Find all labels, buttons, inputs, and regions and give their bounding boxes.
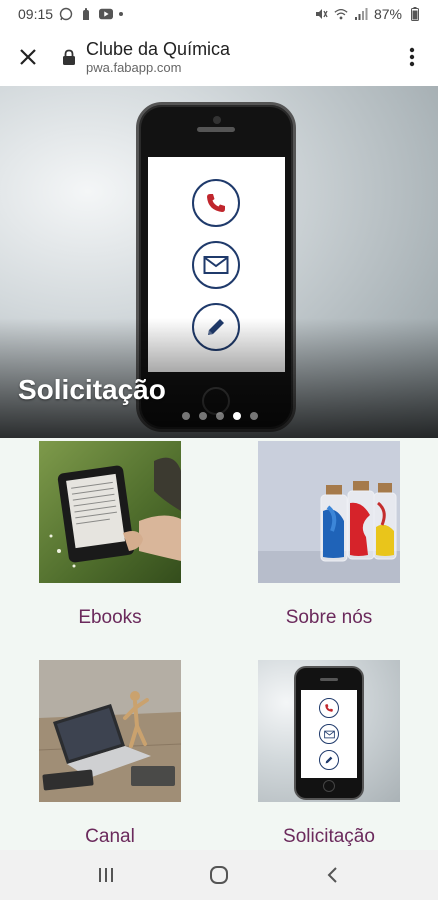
signal-icon (354, 7, 368, 21)
status-bar: 09:15 87% (0, 0, 438, 28)
status-left: 09:15 (18, 6, 124, 22)
grid-item-solicitacao[interactable]: Solicitação (258, 660, 400, 848)
recent-apps-icon[interactable] (86, 855, 126, 895)
status-time: 09:15 (18, 6, 54, 22)
grid-label-canal: Canal (85, 826, 135, 847)
hand-icon (79, 7, 93, 21)
menu-grid: Ebooks Sobre nós Canal Solicitação (0, 438, 438, 850)
grid-item-canal[interactable]: Canal (39, 660, 181, 848)
close-icon[interactable] (10, 39, 46, 75)
ink-bottles-image (258, 441, 400, 583)
dot-icon (119, 12, 124, 16)
battery-icon (408, 7, 422, 21)
grid-label-sobre-nos: Sobre nós (285, 607, 373, 628)
home-icon[interactable] (199, 855, 239, 895)
carousel-dot[interactable] (199, 412, 207, 420)
carousel-dot[interactable] (250, 412, 258, 420)
hero-carousel[interactable]: Solicitação (0, 86, 438, 438)
carousel-dots (182, 412, 258, 420)
grid-item-sobre-nos[interactable]: Sobre nós (258, 441, 400, 629)
status-right: 87% (314, 6, 422, 22)
carousel-dot[interactable] (182, 412, 190, 420)
grid-label-ebooks: Ebooks (78, 607, 142, 628)
pencil-icon-small (319, 750, 339, 770)
more-vert-icon[interactable] (398, 39, 426, 75)
browser-toolbar: Clube da Química pwa.fabapp.com (0, 28, 438, 86)
carousel-dot-active[interactable] (233, 412, 241, 420)
page-title: Clube da Química (86, 38, 231, 59)
browser-titles[interactable]: Clube da Química pwa.fabapp.com (86, 39, 398, 76)
laptop-desk-image (39, 660, 181, 802)
grid-label-solicitacao: Solicitação (283, 826, 375, 847)
battery-percent: 87% (373, 6, 402, 22)
wifi-icon (334, 7, 348, 21)
envelope-icon-small (319, 724, 339, 744)
youtube-icon (99, 7, 114, 21)
system-nav-bar (0, 850, 438, 900)
whatsapp-icon (59, 7, 73, 21)
lock-icon (58, 46, 80, 68)
phone-icon (192, 179, 240, 227)
phone-contact-image (258, 660, 400, 802)
grid-item-ebooks[interactable]: Ebooks (39, 441, 181, 629)
phone-icon-small (319, 698, 339, 718)
mute-icon (314, 7, 328, 21)
carousel-dot[interactable] (216, 412, 224, 420)
page-url: pwa.fabapp.com (86, 59, 182, 75)
ereader-image (39, 441, 181, 583)
envelope-icon (192, 241, 240, 289)
hero-title: Solicitação (18, 374, 166, 405)
back-icon[interactable] (312, 855, 352, 895)
